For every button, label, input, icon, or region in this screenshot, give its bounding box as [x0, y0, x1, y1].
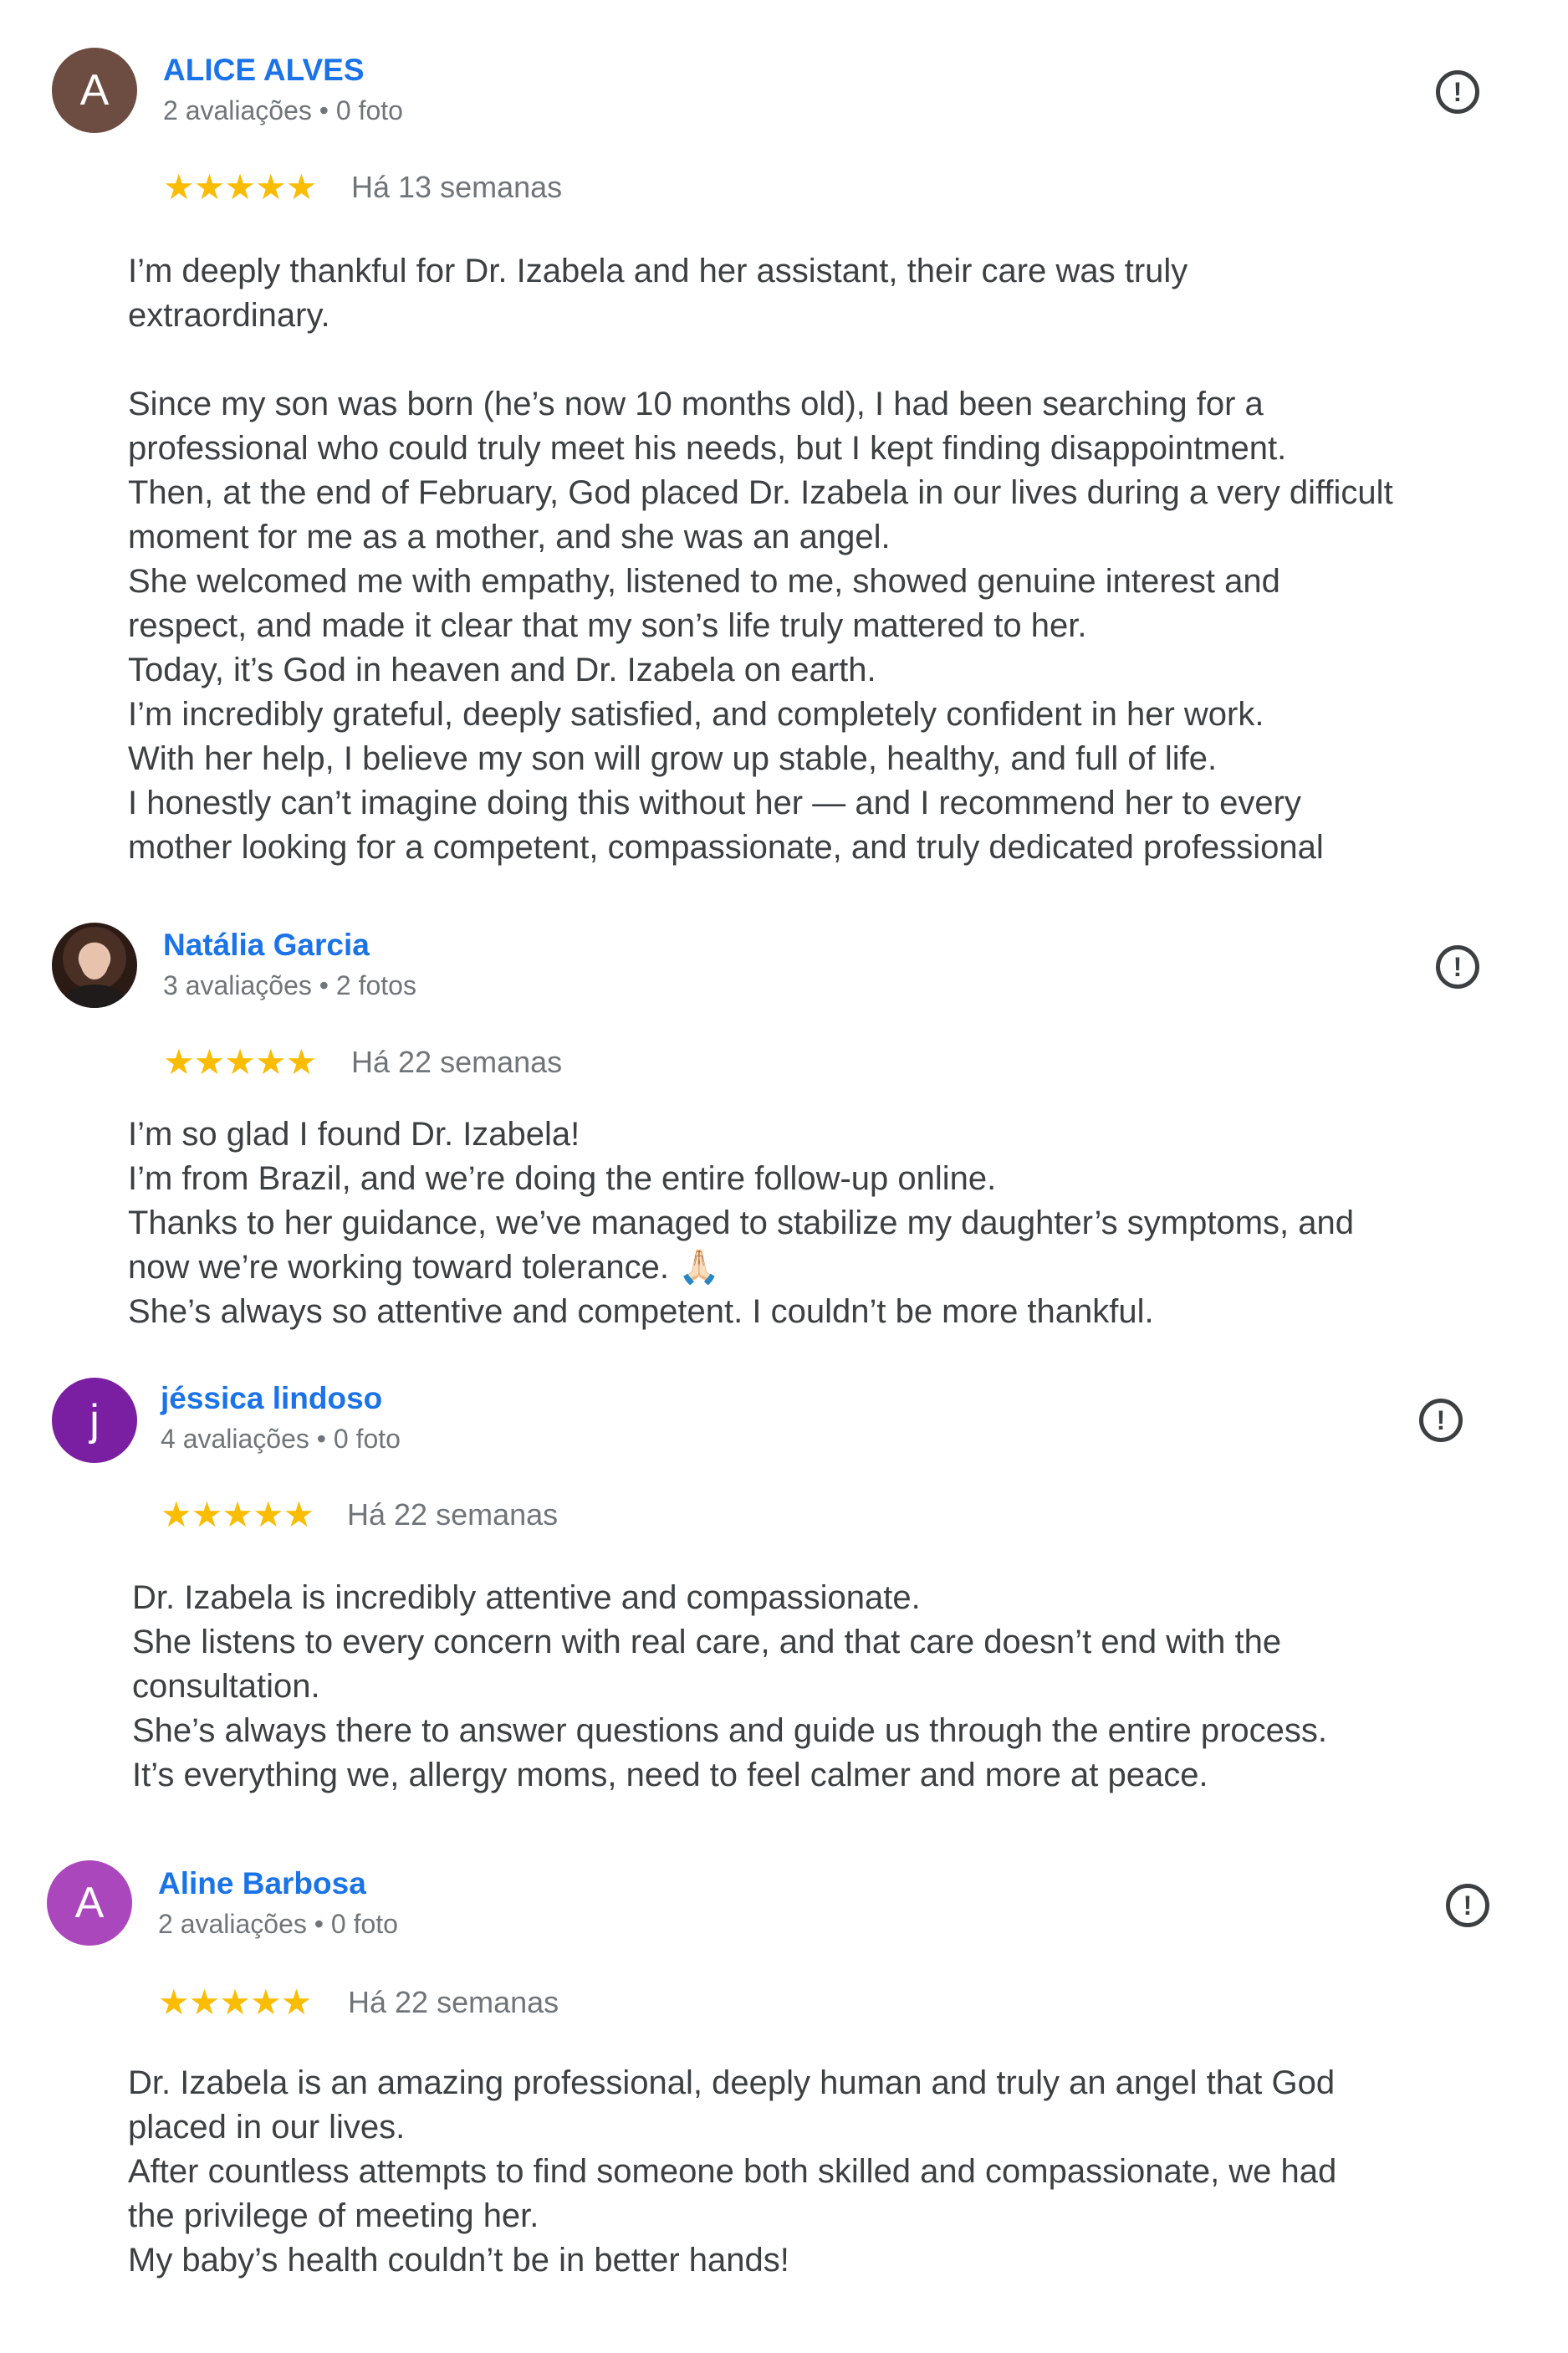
- review-date: Há 13 semanas: [351, 170, 563, 204]
- reviewer-meta: 2 avaliações • 0 foto: [158, 1909, 398, 1939]
- avatar-photo-shoulders: [64, 985, 125, 1008]
- report-flag-icon[interactable]: !: [1446, 1884, 1489, 1927]
- review-card: j jéssica lindoso 4 avaliações • 0 foto …: [0, 1355, 1568, 1840]
- review-card: A ALICE ALVES 2 avaliações • 0 foto ! ★★…: [0, 0, 1568, 903]
- review-text: Dr. Izabela is incredibly attentive and …: [132, 1579, 1328, 1793]
- avatar[interactable]: j: [52, 1378, 137, 1463]
- reviewer-meta: 3 avaliações • 2 fotos: [163, 970, 416, 1000]
- avatar[interactable]: A: [52, 48, 137, 133]
- review-text: Dr. Izabela is an amazing professional, …: [128, 2064, 1337, 2279]
- reviewer-name[interactable]: ALICE ALVES: [163, 52, 365, 89]
- flag-glyph: !: [1453, 76, 1463, 107]
- reviewer-meta: 4 avaliações • 0 foto: [161, 1424, 401, 1454]
- review-text: I’m deeply thankful for Dr. Izabela and …: [128, 253, 1393, 866]
- review-date: Há 22 semanas: [351, 1045, 563, 1079]
- flag-glyph: !: [1436, 1404, 1446, 1435]
- flag-glyph: !: [1463, 1890, 1473, 1921]
- review-date: Há 22 semanas: [348, 1985, 559, 2019]
- reviewer-name[interactable]: jéssica lindoso: [161, 1380, 382, 1417]
- review-text: I’m so glad I found Dr. Izabela! I’m fro…: [128, 1116, 1354, 1330]
- avatar[interactable]: A: [47, 1860, 132, 1946]
- report-flag-icon[interactable]: !: [1419, 1399, 1463, 1442]
- avatar-photo-face: [80, 943, 109, 980]
- avatar[interactable]: [52, 923, 137, 1008]
- star-rating: ★★★★★: [161, 1495, 314, 1534]
- reviewer-name[interactable]: Aline Barbosa: [158, 1865, 366, 1902]
- review-card: Natália Garcia 3 avaliações • 2 fotos ! …: [0, 903, 1568, 1355]
- star-rating: ★★★★★: [158, 1982, 312, 2022]
- reviewer-name[interactable]: Natália Garcia: [163, 927, 370, 964]
- review-card: A Aline Barbosa 2 avaliações • 0 foto ! …: [0, 1840, 1568, 2353]
- star-rating: ★★★★★: [163, 167, 317, 207]
- star-rating: ★★★★★: [163, 1042, 317, 1082]
- flag-glyph: !: [1453, 951, 1463, 982]
- report-flag-icon[interactable]: !: [1436, 945, 1479, 989]
- report-flag-icon[interactable]: !: [1436, 70, 1479, 114]
- review-date: Há 22 semanas: [347, 1497, 559, 1532]
- reviewer-meta: 2 avaliações • 0 foto: [163, 95, 403, 125]
